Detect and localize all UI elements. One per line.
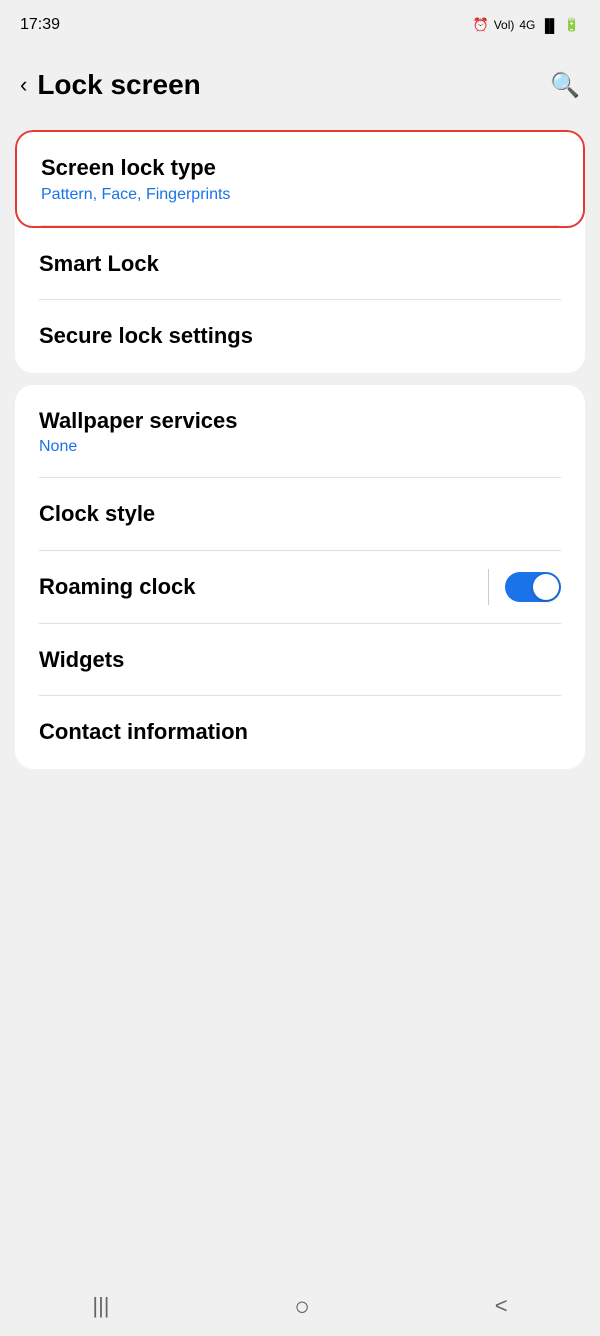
screen-lock-type-subtitle: Pattern, Face, Fingerprints <box>41 186 559 204</box>
roaming-clock-toggle-area <box>488 569 561 605</box>
clock-style-item[interactable]: Clock style <box>15 478 585 551</box>
back-button[interactable]: ‹ <box>20 72 27 98</box>
back-nav-button[interactable]: < <box>495 1293 508 1319</box>
search-button[interactable]: 🔍 <box>550 71 580 100</box>
status-icons: ⏰ Vol) 4G ▐▌ 🔋 <box>473 17 581 33</box>
contact-information-title: Contact information <box>39 718 561 747</box>
status-time: 17:39 <box>20 16 60 34</box>
clock-style-title: Clock style <box>39 500 561 529</box>
security-card: Screen lock type Pattern, Face, Fingerpr… <box>15 130 585 373</box>
recent-apps-button[interactable]: ||| <box>92 1293 109 1319</box>
smart-lock-item[interactable]: Smart Lock <box>15 228 585 301</box>
toggle-knob <box>533 574 559 600</box>
toggle-separator <box>488 569 489 605</box>
status-bar: 17:39 ⏰ Vol) 4G ▐▌ 🔋 <box>0 0 600 50</box>
contact-information-item[interactable]: Contact information <box>15 696 585 769</box>
screen-lock-type-title: Screen lock type <box>41 154 559 183</box>
wallpaper-services-subtitle: None <box>39 438 561 456</box>
roaming-clock-toggle[interactable] <box>505 572 561 602</box>
screen-lock-type-item[interactable]: Screen lock type Pattern, Face, Fingerpr… <box>15 130 585 228</box>
battery-icon: 🔋 <box>564 17 580 33</box>
secure-lock-settings-title: Secure lock settings <box>39 322 561 351</box>
smart-lock-title: Smart Lock <box>39 250 561 279</box>
content-area: Screen lock type Pattern, Face, Fingerpr… <box>0 120 600 779</box>
widgets-title: Widgets <box>39 646 561 675</box>
secure-lock-settings-item[interactable]: Secure lock settings <box>15 300 585 373</box>
header-left: ‹ Lock screen <box>20 69 201 101</box>
wallpaper-services-title: Wallpaper services <box>39 407 561 436</box>
page-title: Lock screen <box>37 69 200 101</box>
widgets-item[interactable]: Widgets <box>15 624 585 697</box>
roaming-clock-item[interactable]: Roaming clock <box>15 551 585 624</box>
roaming-clock-title-area: Roaming clock <box>39 551 195 624</box>
volume-icon: Vol) <box>494 18 515 32</box>
alarm-icon: ⏰ <box>473 17 489 33</box>
network-4g-icon: 4G <box>519 18 535 32</box>
roaming-clock-title: Roaming clock <box>39 573 195 602</box>
bottom-nav: ||| ○ < <box>0 1276 600 1336</box>
home-button[interactable]: ○ <box>294 1291 310 1322</box>
wallpaper-services-item[interactable]: Wallpaper services None <box>15 385 585 479</box>
header: ‹ Lock screen 🔍 <box>0 50 600 120</box>
display-card: Wallpaper services None Clock style Roam… <box>15 385 585 769</box>
signal-icon: ▐▌ <box>540 18 558 33</box>
roaming-clock-row: Roaming clock <box>15 551 585 624</box>
